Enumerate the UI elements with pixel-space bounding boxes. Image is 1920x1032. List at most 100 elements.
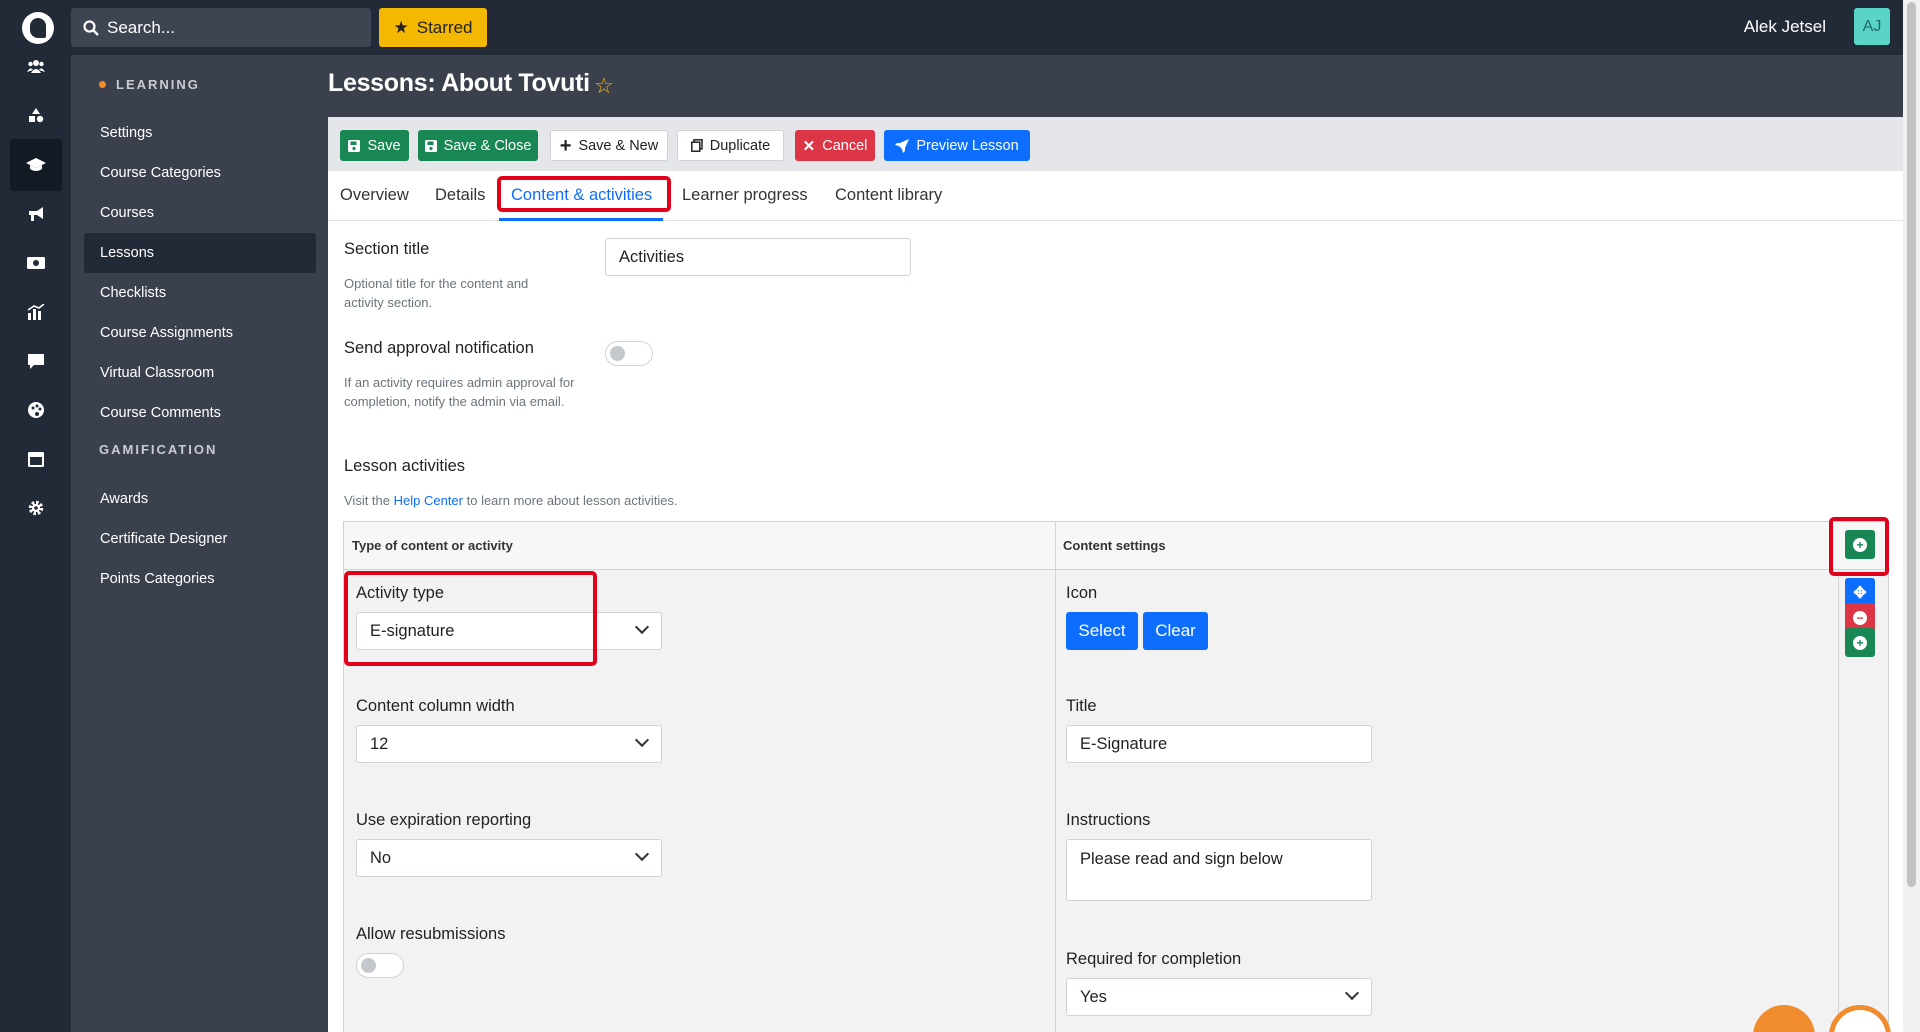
search-input[interactable]: Search... [71, 8, 371, 47]
chart-icon[interactable] [10, 286, 62, 338]
page-scrollbar[interactable] [1903, 0, 1920, 1032]
active-tab-indicator [499, 218, 663, 221]
cancel-label: Cancel [822, 137, 868, 154]
sidebar-section-gamification: GAMIFICATION [99, 442, 217, 457]
lesson-activities-label: Lesson activities [344, 457, 466, 475]
section-title-label: Section title [344, 240, 430, 258]
section-title-help: Optional title for the content and activ… [344, 276, 529, 310]
required-completion-value: Yes [1080, 987, 1107, 1006]
shapes-icon[interactable] [10, 89, 62, 141]
palette-icon[interactable] [10, 384, 62, 436]
graduation-cap-icon[interactable] [10, 139, 62, 191]
help-prefix: Visit the [344, 493, 394, 508]
expiration-reporting-value: No [370, 848, 392, 867]
preview-lesson-button[interactable]: Preview Lesson [884, 130, 1030, 161]
activity-type-highlight-box [344, 571, 597, 666]
comment-icon[interactable] [10, 335, 62, 387]
move-arrows-icon: ✥ [1853, 584, 1867, 602]
avatar[interactable]: AJ [1854, 8, 1890, 45]
users-icon[interactable] [10, 40, 62, 92]
top-bar: Search... ★ Starred Alek Jetsel AJ [0, 0, 1903, 55]
chevron-down-icon [634, 619, 650, 635]
starred-button[interactable]: ★ Starred [379, 8, 487, 47]
section-title-input[interactable]: Activities [605, 238, 911, 276]
add-button-highlight-box [1829, 517, 1889, 576]
instructions-label: Instructions [1066, 811, 1151, 829]
help-suffix: to learn more about lesson activities. [463, 493, 678, 508]
instructions-textarea[interactable]: Please read and sign below [1066, 839, 1372, 901]
sidebar-item-courses[interactable]: Courses [84, 193, 316, 233]
activity-title-input[interactable]: E-Signature [1066, 725, 1372, 763]
search-icon [83, 19, 99, 36]
help-center-link[interactable]: Help Center [394, 493, 463, 508]
title-label: Title [1066, 697, 1097, 715]
col-settings-header: Content settings [1063, 538, 1166, 553]
instructions-value: Please read and sign below [1080, 850, 1283, 868]
icon-clear-button[interactable]: Clear [1143, 612, 1208, 650]
sidebar-item-course-assignments[interactable]: Course Assignments [84, 313, 316, 353]
save-new-label: Save & New [578, 137, 659, 154]
save-button[interactable]: Save [340, 130, 409, 161]
duplicate-button[interactable]: Duplicate [677, 130, 784, 161]
page-header: Lessons: About Tovuti ☆ [328, 55, 1903, 117]
column-width-value: 12 [370, 734, 389, 753]
save-close-button[interactable]: Save & Close [418, 130, 538, 161]
required-completion-label: Required for completion [1066, 950, 1242, 968]
toolbar: Save Save & Close + Save & New Duplicate… [328, 117, 1903, 171]
approval-notification-toggle[interactable] [605, 341, 653, 366]
tab-content-library[interactable]: Content library [835, 186, 942, 205]
sidebar-item-course-comments[interactable]: Course Comments [84, 393, 316, 433]
gear-icon[interactable] [10, 482, 62, 534]
scrollbar-thumb[interactable] [1907, 2, 1916, 887]
duplicate-label: Duplicate [709, 137, 771, 154]
cancel-button[interactable]: ✕ Cancel [795, 130, 875, 161]
approval-notification-label: Send approval notification [344, 339, 534, 357]
megaphone-icon[interactable] [10, 188, 62, 240]
favorite-star-icon[interactable]: ☆ [594, 73, 614, 99]
chevron-down-icon [1344, 985, 1360, 1001]
sidebar-item-lessons[interactable]: Lessons [84, 233, 316, 273]
sidebar-item-checklists[interactable]: Checklists [84, 273, 316, 313]
sidebar: LEARNING Settings Course Categories Cour… [71, 55, 328, 1032]
icon-rail [0, 55, 71, 1032]
plus-icon: + [559, 134, 572, 157]
star-icon: ★ [393, 17, 409, 37]
starred-label: Starred [416, 17, 473, 37]
sidebar-item-virtual-classroom[interactable]: Virtual Classroom [84, 353, 316, 393]
calendar-icon[interactable] [10, 433, 62, 485]
floppy-icon [348, 139, 361, 152]
save-close-label: Save & Close [443, 137, 532, 154]
tab-highlight-box [497, 176, 671, 212]
user-name[interactable]: Alek Jetsel [1744, 17, 1826, 37]
minus-circle-icon: − [1853, 610, 1867, 625]
tab-learner-progress[interactable]: Learner progress [682, 186, 808, 205]
money-icon[interactable] [10, 237, 62, 289]
plus-circle-icon: + [1853, 635, 1867, 650]
section-title-value: Activities [619, 247, 685, 266]
sidebar-item-course-categories[interactable]: Course Categories [84, 153, 316, 193]
allow-resubmissions-toggle[interactable] [356, 953, 404, 978]
sidebar-item-points-categories[interactable]: Points Categories [84, 559, 316, 599]
row-controls-divider [1838, 570, 1839, 1032]
save-new-button[interactable]: + Save & New [550, 130, 668, 161]
sidebar-item-settings[interactable]: Settings [84, 113, 316, 153]
content-panel: Overview Details Content & activities Le… [328, 171, 1903, 1032]
tab-details[interactable]: Details [435, 186, 485, 205]
tab-overview[interactable]: Overview [340, 186, 409, 205]
column-divider [1055, 522, 1056, 1032]
gamification-header: GAMIFICATION [99, 442, 218, 457]
sidebar-item-certificate-designer[interactable]: Certificate Designer [84, 519, 316, 559]
expiration-reporting-select[interactable]: No [356, 839, 662, 877]
rocket-icon [895, 138, 910, 153]
activity-title-value: E-Signature [1080, 734, 1168, 753]
column-width-select[interactable]: 12 [356, 725, 662, 763]
chevron-down-icon [634, 846, 650, 862]
required-completion-select[interactable]: Yes [1066, 978, 1372, 1016]
preview-label: Preview Lesson [916, 137, 1019, 154]
approval-notification-help: If an activity requires admin approval f… [344, 375, 575, 409]
icon-select-button[interactable]: Select [1066, 612, 1138, 650]
insert-row-button[interactable]: + [1845, 628, 1875, 657]
page-title: Lessons: About Tovuti [328, 69, 590, 97]
learning-header: LEARNING [116, 77, 200, 92]
sidebar-item-awards[interactable]: Awards [84, 479, 316, 519]
